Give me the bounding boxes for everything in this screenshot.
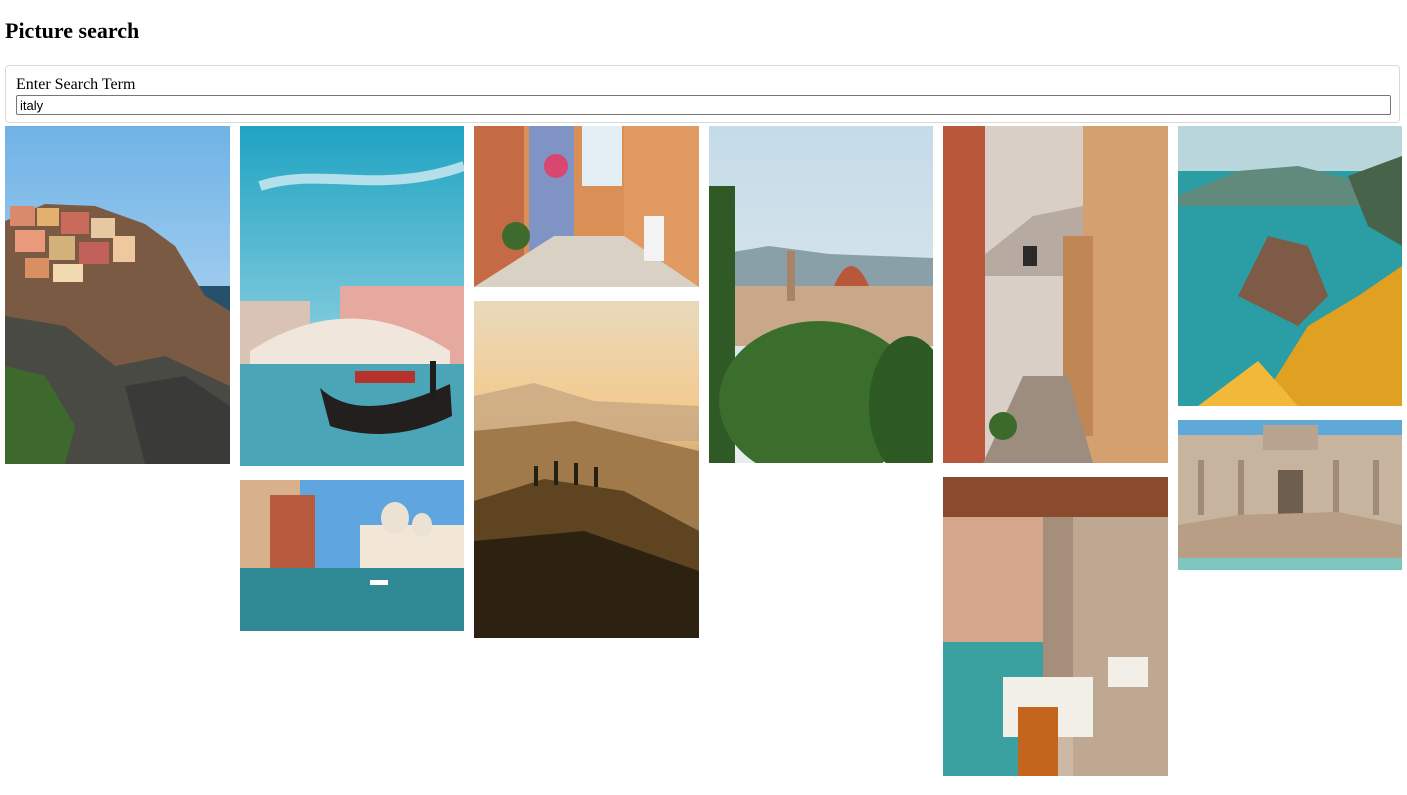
search-input[interactable]: [16, 95, 1391, 115]
photo-venice-grand-canal[interactable]: [240, 480, 464, 631]
photo-vernazza-coast[interactable]: [1178, 126, 1402, 406]
photo-venice-canal-terrace[interactable]: [943, 477, 1168, 776]
photo-tuscany-hills[interactable]: [474, 301, 699, 638]
photo-cinque-terre[interactable]: [5, 126, 230, 464]
photo-florence-duomo[interactable]: [709, 126, 933, 463]
photo-stone-stair-street[interactable]: [943, 126, 1168, 463]
search-form: Enter Search Term: [5, 65, 1400, 123]
search-label: Enter Search Term: [16, 76, 136, 93]
page-title: Picture search: [5, 18, 140, 43]
photo-trevi-fountain[interactable]: [1178, 420, 1402, 570]
photo-venice-rialto[interactable]: [240, 126, 464, 466]
photo-colorful-alley[interactable]: [474, 126, 699, 287]
